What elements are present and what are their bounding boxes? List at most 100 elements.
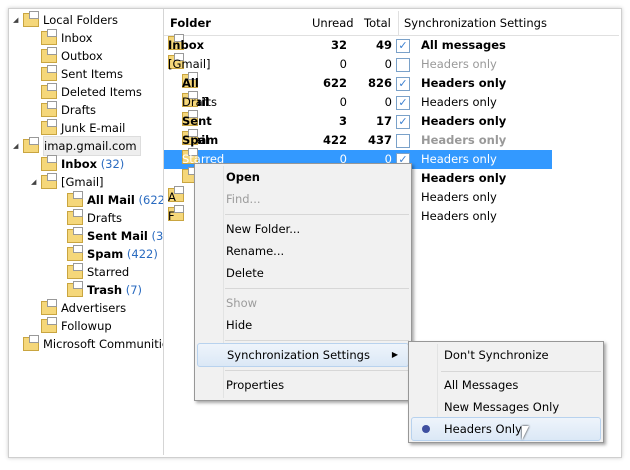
tree-item[interactable]: Advertisers (31, 299, 130, 317)
tree-item-label: Local Folders (43, 13, 118, 27)
sync-checkbox[interactable]: ✓ (396, 96, 410, 110)
submenu-all-messages[interactable]: All Messages (411, 374, 601, 396)
tree-item[interactable]: Deleted Items (31, 83, 146, 101)
sync-setting-cell: Headers only (421, 95, 497, 109)
table-row[interactable]: Inbox 32 49 ✓ All messages (164, 34, 552, 55)
sync-setting-cell: All messages (421, 38, 506, 52)
sync-checkbox[interactable]: ✓ (396, 115, 410, 129)
sync-setting-cell: Headers only (421, 152, 497, 166)
folder-icon (41, 299, 57, 315)
menu-open[interactable]: Open (197, 166, 409, 188)
folder-icon (67, 245, 83, 261)
menu-separator (225, 370, 409, 371)
table-row[interactable]: Drafts 0 0 ✓ Headers only (164, 91, 552, 112)
unread-cell: 3 (338, 114, 347, 128)
sync-setting-cell: Headers only (421, 209, 497, 223)
tree-item[interactable]: Sent Items (31, 65, 127, 83)
tree-item[interactable]: Trash (7) (57, 281, 142, 299)
unread-cell: 0 (339, 57, 347, 71)
menu-sync-label: Synchronization Settings (227, 348, 370, 362)
tree-item[interactable]: Starred (57, 263, 133, 281)
total-cell: 0 (384, 57, 392, 71)
menu-hide[interactable]: Hide (197, 314, 409, 336)
tree-item[interactable]: Sent Mail (3) (57, 227, 164, 245)
menu-separator (225, 340, 409, 341)
tree-item-label: Inbox (61, 157, 98, 171)
folder-icon (67, 191, 83, 207)
sync-setting-cell: Headers only (421, 133, 507, 147)
submenu-new-messages-only[interactable]: New Messages Only (411, 396, 601, 418)
table-row[interactable]: [Gmail] 0 0 Headers only (164, 53, 552, 74)
sync-checkbox[interactable] (396, 134, 410, 148)
tree-item[interactable]: Spam (422) (57, 245, 158, 263)
unread-count: (422) (126, 247, 158, 261)
tree-item[interactable]: Outbox (31, 47, 106, 65)
menu-new-folder[interactable]: New Folder... (197, 218, 409, 240)
tree-item-label: Spam (87, 247, 124, 261)
table-row[interactable]: All Mail 622 826✓ Headers only (164, 72, 552, 109)
folder-icon (41, 173, 57, 189)
folder-icon (67, 281, 83, 297)
total-cell: 437 (367, 133, 392, 147)
sync-checkbox[interactable] (396, 58, 410, 72)
menu-sync-settings[interactable]: Synchronization Settings ▶ (197, 343, 409, 367)
list-header: Folder Unread Total Synchronization Sett… (164, 11, 619, 36)
unread-count: (32) (100, 157, 125, 171)
folder-icon (23, 137, 39, 153)
tree-item[interactable]: Drafts (57, 209, 126, 227)
folder-icon (67, 227, 83, 243)
total-cell: 826 (367, 76, 392, 90)
tree-item-label: All Mail (87, 193, 135, 207)
column-unread[interactable]: Unread (312, 11, 354, 35)
expand-icon[interactable]: ◢ (13, 137, 23, 155)
unread-cell: 422 (322, 133, 347, 147)
tree-item[interactable]: All Mail (622) (57, 191, 163, 209)
unread-count: (622) (138, 193, 163, 207)
tree-item-label: Drafts (87, 211, 122, 225)
unread-count: (3) (151, 229, 164, 243)
folder-icon (41, 155, 57, 171)
tree-item-label: Sent Items (61, 67, 123, 81)
menu-separator (225, 288, 409, 289)
menu-rename[interactable]: Rename... (197, 240, 409, 262)
menu-separator (441, 371, 601, 372)
total-cell: 17 (375, 114, 392, 128)
tree-item[interactable]: ◢ Local Folders (13, 11, 122, 29)
menu-find: Find... (226, 192, 261, 206)
menu-properties[interactable]: Properties (197, 374, 409, 396)
tree-item-label: [Gmail] (61, 175, 104, 189)
tree-item[interactable]: Junk E-mail (31, 119, 129, 137)
table-row[interactable]: Sent Mail 3 17✓ Headers only (164, 110, 552, 147)
expand-icon[interactable]: ◢ (13, 11, 23, 29)
tree-item[interactable]: ◢ [Gmail] (31, 173, 107, 191)
tree-item[interactable]: Inbox (32) (31, 155, 124, 173)
folder-icon (41, 29, 57, 45)
tree-item[interactable]: Drafts (31, 101, 100, 119)
submenu-dont-synchronize[interactable]: Don't Synchronize (411, 344, 601, 366)
tree-item-label: Trash (87, 283, 123, 297)
column-sync-settings[interactable]: Synchronization Settings (398, 11, 547, 35)
submenu-headers-only[interactable]: Headers Only (411, 417, 601, 441)
tree-item[interactable]: Inbox (31, 29, 96, 47)
tree-item[interactable]: Microsoft Communities (13, 335, 163, 353)
tree-item[interactable]: Followup (31, 317, 115, 335)
sync-setting-cell: Headers only (421, 114, 507, 128)
sync-checkbox[interactable]: ✓ (396, 39, 410, 53)
tree-item-label: Advertisers (61, 301, 127, 315)
unread-count: (7) (125, 283, 142, 297)
table-row[interactable]: Spam 422 437 Headers only (164, 129, 552, 150)
tree-item-label: Followup (61, 319, 112, 333)
tree-item[interactable]: ◢ imap.gmail.com (13, 136, 144, 156)
total-cell: 0 (384, 95, 392, 109)
column-total[interactable]: Total (364, 11, 391, 35)
unread-cell: 0 (339, 95, 347, 109)
menu-delete[interactable]: Delete (197, 262, 409, 284)
folder-icon (41, 101, 57, 117)
expand-icon[interactable]: ◢ (31, 173, 41, 191)
folder-icon (67, 263, 83, 279)
radio-selected-icon (422, 425, 430, 433)
tree-item-label: imap.gmail.com (43, 136, 141, 156)
folder-icon (67, 209, 83, 225)
column-folder[interactable]: Folder (170, 11, 211, 35)
sync-checkbox[interactable]: ✓ (396, 77, 410, 91)
